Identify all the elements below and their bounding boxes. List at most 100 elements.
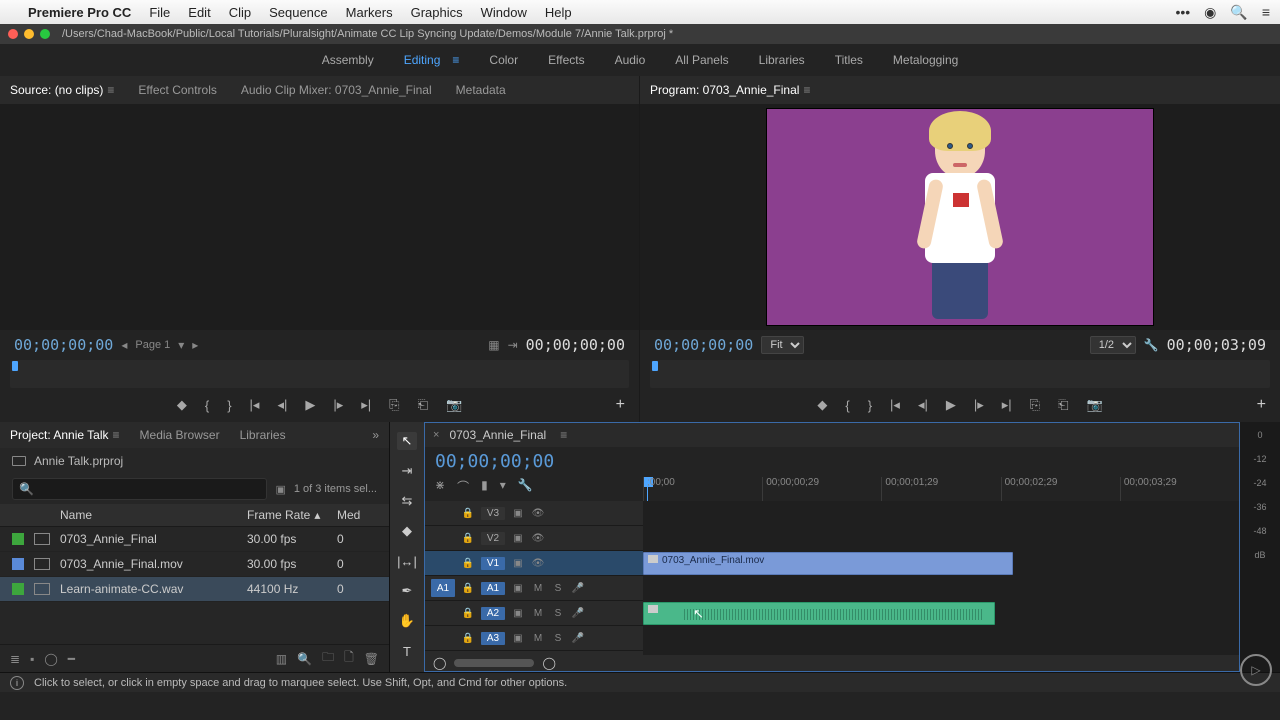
source-scrubber[interactable] [10,360,629,388]
find-icon[interactable]: 🔍 [297,652,312,666]
menu-clip[interactable]: Clip [229,5,251,20]
label-swatch[interactable] [12,583,24,595]
button-editor-icon[interactable]: + [1257,396,1266,414]
new-item-icon[interactable]: 🗋 [344,648,354,669]
snap-icon[interactable]: ⋇ [435,478,445,495]
zoom-select[interactable]: Fit [761,336,804,354]
toggle-output-icon[interactable]: ▣ [511,533,525,544]
voice-over-icon[interactable]: 🎤 [571,583,585,594]
tab-media-browser[interactable]: Media Browser [140,428,220,442]
app-title[interactable]: Premiere Pro CC [28,5,131,20]
timeline-timecode[interactable]: 00;00;00;00 [435,451,633,472]
mark-clip-icon[interactable]: } [868,398,872,413]
track-v1[interactable]: V1 [481,557,505,570]
lock-icon[interactable]: 🔒 [461,558,475,569]
menubar-hamburger-icon[interactable]: ≡ [1262,4,1270,21]
panel-menu-icon[interactable]: ≡ [803,83,810,97]
track-a1[interactable]: A1 [481,582,505,595]
sort-asc-icon[interactable]: ▴ [314,508,320,522]
add-marker-icon[interactable]: ▮ [481,478,488,495]
track-select-tool-icon[interactable]: ⇥ [397,462,417,480]
icon-view-icon[interactable]: ▪ [30,652,34,666]
source-settings-icon[interactable]: ▦ [488,338,499,352]
toggle-output-icon[interactable]: ▣ [511,508,525,519]
lift-icon[interactable]: ⎘ [1030,397,1040,413]
menu-help[interactable]: Help [545,5,572,20]
menu-extra-icon[interactable]: ••• [1175,4,1190,21]
lock-icon[interactable]: 🔒 [461,583,475,594]
track-a3[interactable]: A3 [481,632,505,645]
tab-metadata[interactable]: Metadata [456,83,506,97]
tab-audio-mixer[interactable]: Audio Clip Mixer: 0703_Annie_Final [241,83,432,97]
play-icon[interactable]: ▶ [305,397,315,413]
step-forward-icon[interactable]: |▸ [974,397,984,413]
track-v3[interactable]: V3 [481,507,505,520]
zoom-window-icon[interactable] [40,29,50,39]
col-name[interactable]: Name [60,508,247,522]
workspace-assembly[interactable]: Assembly [322,53,374,67]
timeline-settings-icon[interactable]: ▾ [500,478,506,495]
thumbnail-preview-icon[interactable]: ▣ [275,483,285,496]
source-timecode-in[interactable]: 00;00;00;00 [14,336,113,354]
label-swatch[interactable] [12,558,24,570]
type-tool-icon[interactable]: T [397,642,417,660]
program-video-area[interactable] [640,104,1280,330]
eye-icon[interactable]: 👁 [531,508,545,519]
close-window-icon[interactable] [8,29,18,39]
label-swatch[interactable] [12,533,24,545]
solo-icon[interactable]: S [551,633,565,644]
panel-menu-icon[interactable]: ≡ [113,428,120,442]
list-view-icon[interactable]: ≣ [10,652,20,666]
export-frame-icon[interactable]: 📷 [1086,397,1102,413]
menu-window[interactable]: Window [481,5,527,20]
export-frame-icon[interactable]: 📷 [446,397,462,413]
selection-tool-icon[interactable]: ↖ [397,432,417,450]
search-input[interactable]: 🔍 [12,478,267,500]
workspace-editing[interactable]: Editing [404,53,441,67]
workspace-all-panels[interactable]: All Panels [675,53,728,67]
go-in-icon[interactable]: |◂ [250,397,260,413]
page-next-icon[interactable]: ▸ [192,338,198,352]
mark-clip-icon[interactable]: } [227,398,231,413]
lock-icon[interactable]: 🔒 [461,533,475,544]
lock-icon[interactable]: 🔒 [461,633,475,644]
tab-source[interactable]: Source: (no clips)≡ [10,83,114,97]
mark-out-icon[interactable]: { [205,398,209,413]
panel-menu-icon[interactable]: ≡ [560,428,567,442]
source-drag-icon[interactable]: ⇥ [508,338,518,352]
col-frame-rate[interactable]: Frame Rate▴ [247,508,337,522]
timeline-zoom-scroll[interactable]: ◯ ◯ [425,655,1239,671]
toggle-output-icon[interactable]: ▣ [511,633,525,644]
new-bin-icon[interactable]: 🗀 [322,648,334,669]
program-timecode-in[interactable]: 00;00;00;00 [654,336,753,354]
source-timecode-out[interactable]: 00;00;00;00 [526,336,625,354]
hand-tool-icon[interactable]: ✋ [397,612,417,630]
video-clip[interactable]: 0703_Annie_Final.mov [643,552,1013,575]
panel-menu-icon[interactable]: ≡ [107,83,114,97]
go-out-icon[interactable]: ▸| [361,397,371,413]
menu-markers[interactable]: Markers [346,5,393,20]
page-prev-icon[interactable]: ◂ [121,338,127,352]
go-out-icon[interactable]: ▸| [1002,397,1012,413]
overwrite-icon[interactable]: ⎗ [418,397,428,413]
eye-icon[interactable]: 👁 [531,533,545,544]
delete-icon[interactable]: 🗑 [364,652,379,666]
pen-tool-icon[interactable]: ✒ [397,582,417,600]
razor-tool-icon[interactable]: ◆ [397,522,417,540]
step-forward-icon[interactable]: |▸ [333,397,343,413]
workspace-color[interactable]: Color [489,53,518,67]
insert-icon[interactable]: ⎘ [389,397,399,413]
timeline-tab[interactable]: 0703_Annie_Final [449,428,546,442]
source-patch-a1[interactable]: A1 [431,579,455,597]
workspace-menu-icon[interactable]: ≡ [452,53,459,67]
timeline-content[interactable]: 0703_Annie_Final.mov ↖ [643,501,1239,655]
tab-program[interactable]: Program: 0703_Annie_Final≡ [650,83,810,97]
go-in-icon[interactable]: |◂ [890,397,900,413]
step-back-icon[interactable]: ◂| [918,397,928,413]
workspace-audio[interactable]: Audio [615,53,646,67]
asset-row[interactable]: 0703_Annie_Final.mov 30.00 fps 0 [0,552,389,577]
mark-out-icon[interactable]: { [845,398,849,413]
menu-graphics[interactable]: Graphics [411,5,463,20]
timeline-ruler[interactable]: ;00;00 00;00;00;29 00;00;01;29 00;00;02;… [643,477,1239,501]
page-dropdown-icon[interactable]: ▾ [178,338,184,352]
